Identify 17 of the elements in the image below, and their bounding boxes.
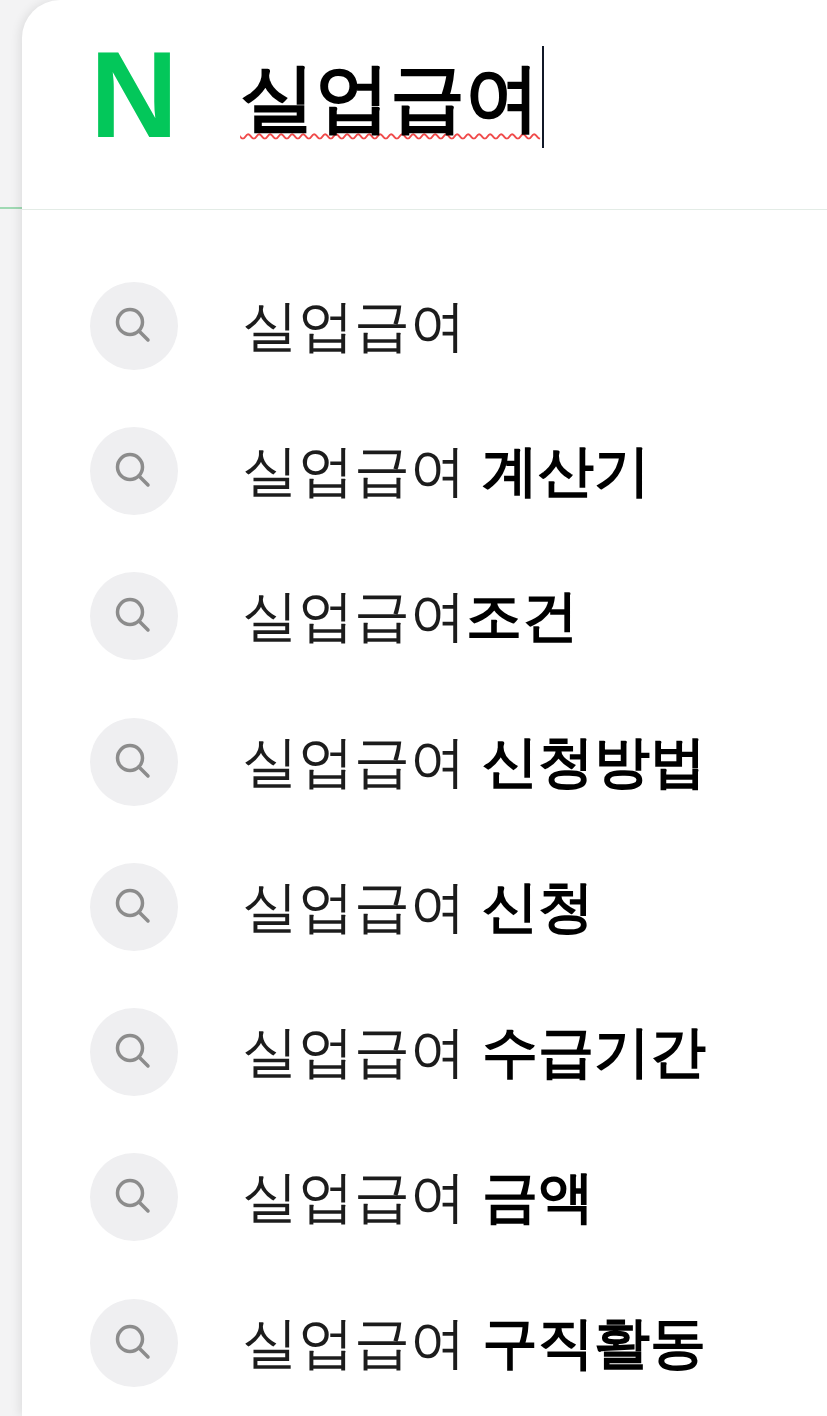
suggestion-item[interactable]: 실업급여 금액 xyxy=(90,1153,594,1242)
search-icon xyxy=(90,426,178,515)
suggestion-item[interactable]: 실업급여 신청방법 xyxy=(90,717,706,806)
suggestion-item[interactable]: 실업급여 신청 xyxy=(90,862,594,951)
suggestion-item[interactable]: 실업급여 구직활동 xyxy=(90,1298,706,1387)
search-icon xyxy=(90,572,178,661)
search-icon xyxy=(90,862,178,951)
search-input[interactable]: 실업급여 xyxy=(240,48,541,145)
search-icon xyxy=(90,717,178,806)
suggestion-item[interactable]: 실업급여 수급기간 xyxy=(90,1008,706,1097)
search-icon xyxy=(90,281,178,370)
suggestion-item[interactable]: 실업급여조건 xyxy=(90,572,578,661)
search-icon xyxy=(90,1153,178,1242)
suggestion-item[interactable]: 실업급여 xyxy=(90,281,466,370)
suggestion-item[interactable]: 실업급여 계산기 xyxy=(90,426,650,515)
search-icon xyxy=(90,1008,178,1097)
search-icon xyxy=(90,1298,178,1387)
